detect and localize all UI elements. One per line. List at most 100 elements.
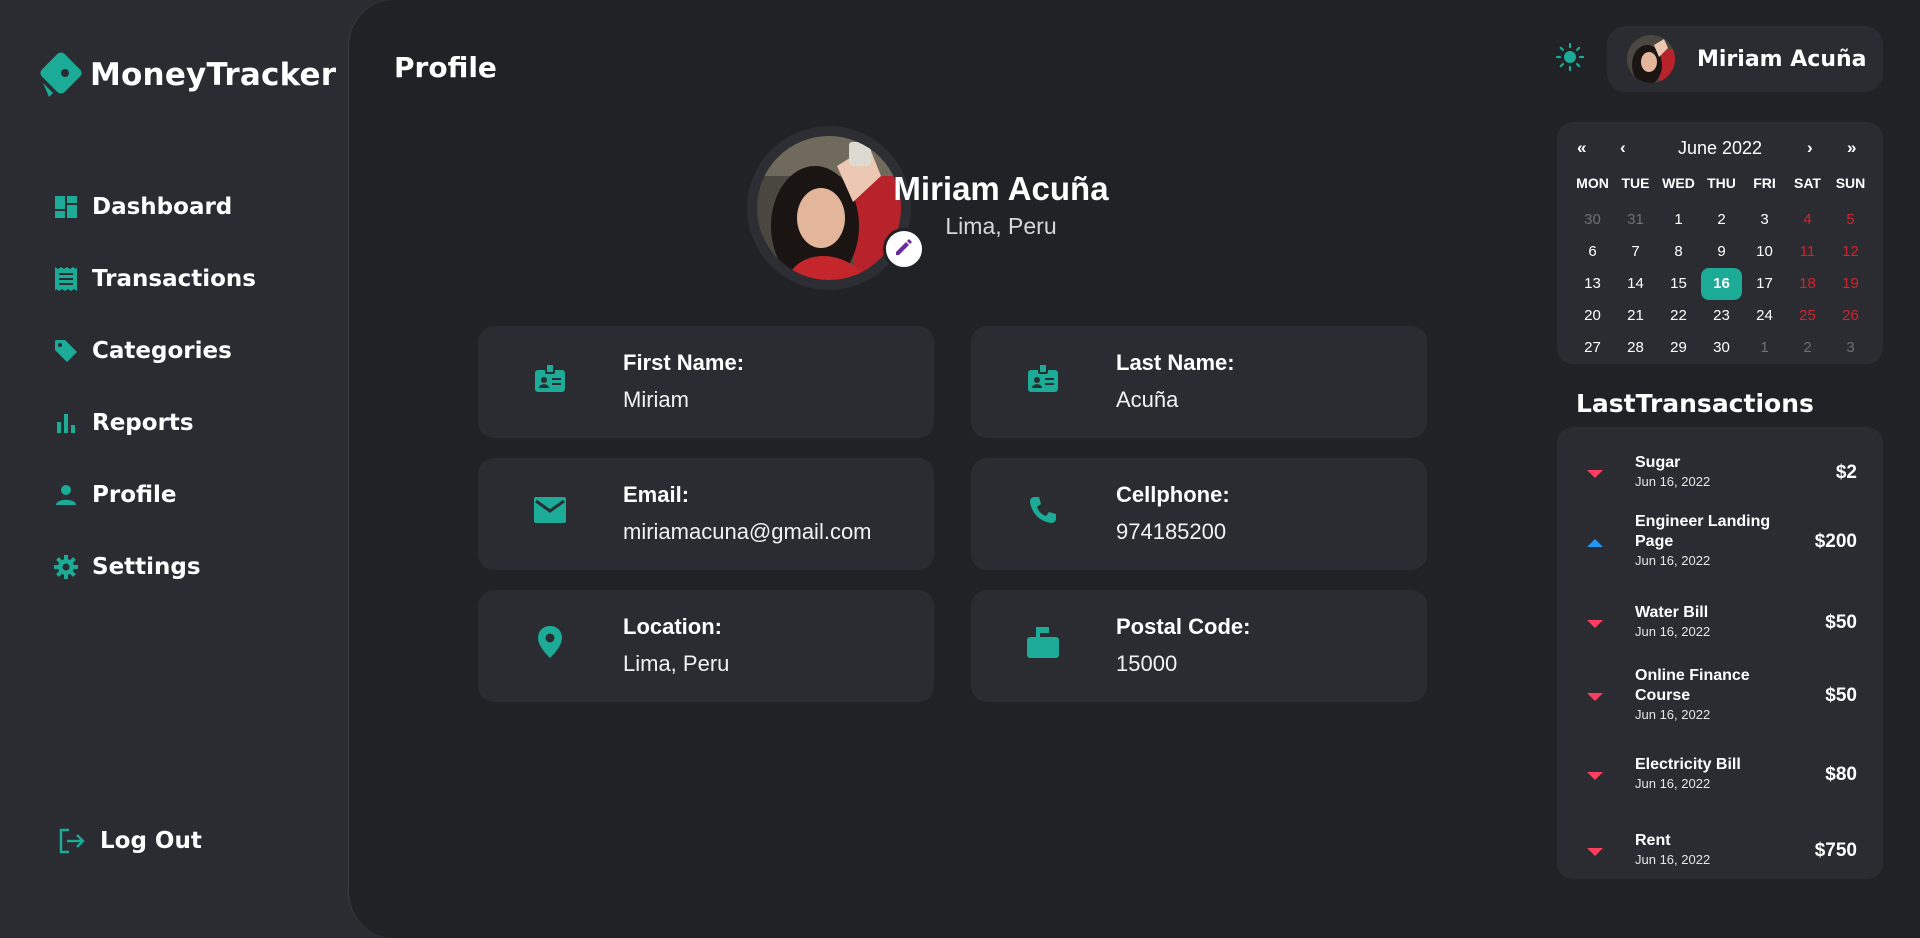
transaction-name: Engineer Landing Page xyxy=(1635,513,1771,550)
transaction-name: Online Finance Course xyxy=(1635,667,1750,704)
transaction-row[interactable]: Rent Jun 16, 2022 $750 xyxy=(1557,813,1883,883)
calendar-day[interactable]: 5 xyxy=(1829,204,1872,236)
location-card: Location: Lima, Peru xyxy=(478,590,934,702)
transaction-row[interactable]: Online Finance Course Jun 16, 2022 $50 xyxy=(1557,661,1883,731)
transaction-name: Electricity Bill xyxy=(1635,756,1741,773)
calendar-day[interactable]: 2 xyxy=(1700,204,1743,236)
calendar-grid: MON TUE WED THU FRI SAT SUN 30 31 1 2 3 4 5 6 7 8… xyxy=(1571,172,1871,364)
field-label: Postal Code: xyxy=(1116,614,1251,639)
calendar-day[interactable]: 31 xyxy=(1614,204,1657,236)
calendar-day[interactable]: 9 xyxy=(1700,236,1743,268)
calendar-month-title[interactable]: June 2022 xyxy=(1557,138,1883,159)
profile-location: Lima, Peru xyxy=(945,213,1057,239)
location-pin-icon xyxy=(530,622,570,662)
transaction-row[interactable]: Sugar Jun 16, 2022 $2 xyxy=(1557,435,1883,505)
calendar-day[interactable]: 24 xyxy=(1743,300,1786,332)
calendar-day[interactable]: 20 xyxy=(1571,300,1614,332)
calendar-day[interactable]: 2 xyxy=(1786,332,1829,364)
calendar-day[interactable]: 16 xyxy=(1701,268,1742,300)
sun-icon xyxy=(1555,42,1585,76)
first-name-card: First Name: Miriam xyxy=(478,326,934,438)
calendar-next-year-button[interactable]: » xyxy=(1847,138,1856,158)
expense-arrow-icon xyxy=(1587,848,1603,856)
calendar-day[interactable]: 28 xyxy=(1614,332,1657,364)
theme-toggle-button[interactable] xyxy=(1555,42,1585,72)
expense-arrow-icon xyxy=(1587,693,1603,701)
sidebar-item-label: Dashboard xyxy=(92,194,233,220)
transaction-date: Jun 16, 2022 xyxy=(1635,852,1711,867)
app-name: MoneyTracker xyxy=(90,57,337,93)
avatar-photo xyxy=(757,136,901,280)
bar-chart-icon xyxy=(52,409,80,437)
calendar-day[interactable]: 1 xyxy=(1657,204,1700,236)
transaction-amount: $2 xyxy=(1835,462,1857,483)
calendar-day[interactable]: 12 xyxy=(1829,236,1872,268)
sidebar: MoneyTracker Dashboard Transactions Cate… xyxy=(0,0,348,938)
weekday-header: WED xyxy=(1662,175,1695,191)
transaction-name: Water Bill xyxy=(1635,604,1709,621)
sidebar-item-label: Settings xyxy=(92,554,201,580)
calendar-day[interactable]: 7 xyxy=(1614,236,1657,268)
sidebar-item-label: Categories xyxy=(92,338,232,364)
field-value: 974185200 xyxy=(1116,519,1227,544)
sidebar-item-categories[interactable]: Categories xyxy=(52,315,256,387)
calendar-day[interactable]: 23 xyxy=(1700,300,1743,332)
calendar-day[interactable]: 17 xyxy=(1743,268,1786,300)
transaction-date: Jun 16, 2022 xyxy=(1635,474,1711,489)
sidebar-item-label: Profile xyxy=(92,482,177,508)
app-logo[interactable]: MoneyTracker xyxy=(36,48,336,102)
calendar-day[interactable]: 25 xyxy=(1786,300,1829,332)
logout-label: Log Out xyxy=(100,828,202,854)
last-transactions-list: Sugar Jun 16, 2022 $2 Engineer Landing Page… xyxy=(1557,427,1883,879)
logout-button[interactable]: Log Out xyxy=(58,826,202,856)
calendar-day[interactable]: 30 xyxy=(1700,332,1743,364)
calendar: « ‹ June 2022 › » MON TUE WED THU FRI SA… xyxy=(1557,122,1883,364)
calendar-next-month-button[interactable]: › xyxy=(1807,138,1813,158)
calendar-day[interactable]: 3 xyxy=(1829,332,1872,364)
calendar-day[interactable]: 13 xyxy=(1571,268,1614,300)
calendar-day[interactable]: 11 xyxy=(1786,236,1829,268)
sidebar-item-transactions[interactable]: Transactions xyxy=(52,243,256,315)
calendar-day[interactable]: 4 xyxy=(1786,204,1829,236)
calendar-day[interactable]: 10 xyxy=(1743,236,1786,268)
sidebar-item-profile[interactable]: Profile xyxy=(52,459,256,531)
calendar-day[interactable]: 14 xyxy=(1614,268,1657,300)
calendar-day[interactable]: 29 xyxy=(1657,332,1700,364)
transaction-row[interactable]: Electricity Bill Jun 16, 2022 $80 xyxy=(1557,737,1883,807)
field-label: First Name: xyxy=(623,350,745,375)
sidebar-nav: Dashboard Transactions Categories Report… xyxy=(52,171,256,603)
calendar-day[interactable]: 8 xyxy=(1657,236,1700,268)
transaction-row[interactable]: Engineer Landing Page Jun 16, 2022 $200 xyxy=(1557,507,1883,577)
phone-icon xyxy=(1023,490,1063,530)
calendar-day[interactable]: 22 xyxy=(1657,300,1700,332)
transaction-row[interactable]: Water Bill Jun 16, 2022 $50 xyxy=(1557,585,1883,655)
calendar-day[interactable]: 15 xyxy=(1657,268,1700,300)
transaction-date: Jun 16, 2022 xyxy=(1635,776,1711,791)
pencil-icon xyxy=(894,237,914,262)
sidebar-item-reports[interactable]: Reports xyxy=(52,387,256,459)
expense-arrow-icon xyxy=(1587,620,1603,628)
sidebar-item-settings[interactable]: Settings xyxy=(52,531,256,603)
calendar-day[interactable]: 26 xyxy=(1829,300,1872,332)
logout-icon xyxy=(58,826,88,856)
mailbox-icon xyxy=(1023,622,1063,662)
transaction-date: Jun 16, 2022 xyxy=(1635,624,1711,639)
sidebar-item-dashboard[interactable]: Dashboard xyxy=(52,171,256,243)
calendar-day[interactable]: 1 xyxy=(1743,332,1786,364)
calendar-day[interactable]: 19 xyxy=(1829,268,1872,300)
field-value: 15000 xyxy=(1116,651,1178,676)
user-menu[interactable]: Miriam Acuña xyxy=(1607,26,1883,92)
calendar-day[interactable]: 6 xyxy=(1571,236,1614,268)
expense-arrow-icon xyxy=(1587,772,1603,780)
field-label: Last Name: xyxy=(1116,350,1235,375)
last-name-card: Last Name: Acuña xyxy=(971,326,1427,438)
calendar-day[interactable]: 3 xyxy=(1743,204,1786,236)
sidebar-item-label: Reports xyxy=(92,410,194,436)
cellphone-card: Cellphone: 974185200 xyxy=(971,458,1427,570)
avatar xyxy=(1627,35,1675,83)
transaction-date: Jun 16, 2022 xyxy=(1635,553,1711,568)
calendar-day[interactable]: 21 xyxy=(1614,300,1657,332)
calendar-day[interactable]: 18 xyxy=(1786,268,1829,300)
calendar-day[interactable]: 27 xyxy=(1571,332,1614,364)
calendar-day[interactable]: 30 xyxy=(1571,204,1614,236)
